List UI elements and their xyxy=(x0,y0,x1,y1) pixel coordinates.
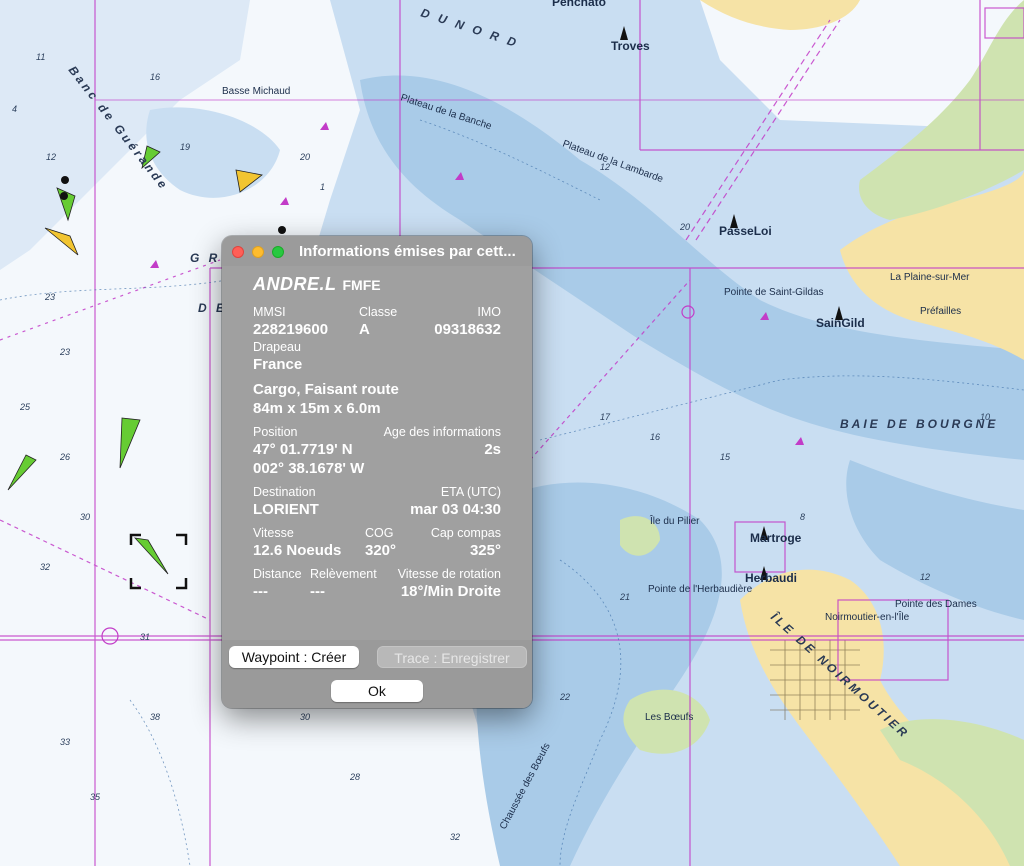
classe-value: A xyxy=(359,321,370,338)
svg-text:20: 20 xyxy=(299,152,310,162)
svg-text:8: 8 xyxy=(800,512,805,522)
label-passeloi: PasseLoi xyxy=(719,224,772,238)
minimize-button[interactable] xyxy=(252,246,264,258)
dimensions: 84m x 15m x 6.0m xyxy=(253,400,381,417)
distance-value: --- xyxy=(253,583,268,600)
svg-text:12: 12 xyxy=(46,152,56,162)
svg-text:31: 31 xyxy=(140,632,150,642)
svg-text:23: 23 xyxy=(44,292,55,302)
label-troves: Troves xyxy=(611,39,650,53)
svg-text:30: 30 xyxy=(300,712,310,722)
svg-text:32: 32 xyxy=(40,562,50,572)
vessel-info-dialog: Informations émises par cett... ANDRE.L F… xyxy=(222,236,532,708)
label-plaine-sur-mer: La Plaine-sur-Mer xyxy=(890,272,970,283)
classe-label: Classe xyxy=(359,305,398,319)
mmsi-value: 228219600 xyxy=(253,321,329,338)
type-status: Cargo, Faisant route xyxy=(253,381,399,398)
svg-text:32: 32 xyxy=(450,832,460,842)
latitude-value: 47° 01.7719' N xyxy=(253,441,353,458)
svg-text:23: 23 xyxy=(59,347,70,357)
svg-text:21: 21 xyxy=(619,592,630,602)
dialog-titlebar[interactable]: Informations émises par cett... xyxy=(222,236,532,266)
position-label: Position xyxy=(253,425,298,439)
label-les-boeufs: Les Bœufs xyxy=(645,712,693,723)
waypoint-create-button[interactable]: Waypoint : Créer xyxy=(229,646,359,668)
svg-text:26: 26 xyxy=(59,452,70,462)
svg-text:28: 28 xyxy=(349,772,360,782)
relevement-label: Relèvement xyxy=(310,567,377,581)
cog-value: 320° xyxy=(365,542,397,559)
mmsi-label: MMSI xyxy=(253,305,286,319)
label-penchato: Penchato xyxy=(552,0,606,9)
svg-text:15: 15 xyxy=(720,452,731,462)
eta-label: ETA (UTC) xyxy=(440,485,501,499)
svg-text:30: 30 xyxy=(80,512,90,522)
label-prefailles: Préfailles xyxy=(920,306,961,317)
vitesse-label: Vitesse xyxy=(253,526,294,540)
svg-text:22: 22 xyxy=(559,692,570,702)
drapeau-label: Drapeau xyxy=(253,340,301,354)
svg-text:19: 19 xyxy=(180,142,190,152)
label-basse-michaud: Basse Michaud xyxy=(222,86,290,97)
age-label: Age des informations xyxy=(383,425,501,439)
svg-text:16: 16 xyxy=(150,72,160,82)
eta-value: mar 03 04:30 xyxy=(410,501,501,518)
cap-value: 325° xyxy=(469,542,501,559)
drapeau-value: France xyxy=(253,356,303,373)
age-value: 2s xyxy=(484,441,501,458)
ship-callsign: FMFE xyxy=(342,277,381,293)
imo-value: 09318632 xyxy=(434,321,501,338)
dialog-button-bar: Waypoint : Créer Trace : Enregistrer Ok xyxy=(222,640,532,708)
svg-text:17: 17 xyxy=(600,412,611,422)
ship-name: ANDRE.L xyxy=(253,274,337,294)
rotation-label: Vitesse de rotation xyxy=(397,567,501,581)
cog-label: COG xyxy=(365,526,394,540)
svg-text:12: 12 xyxy=(920,572,930,582)
label-pointe-gildas: Pointe de Saint-Gildas xyxy=(724,287,824,298)
zoom-button[interactable] xyxy=(272,246,284,258)
svg-text:16: 16 xyxy=(650,432,660,442)
trace-record-button[interactable]: Trace : Enregistrer xyxy=(377,646,527,668)
svg-text:33: 33 xyxy=(60,737,70,747)
close-button[interactable] xyxy=(232,246,244,258)
svg-text:25: 25 xyxy=(19,402,31,412)
longitude-value: 002° 38.1678' W xyxy=(253,460,365,477)
destination-value: LORIENT xyxy=(253,501,319,518)
ok-button[interactable]: Ok xyxy=(331,680,423,702)
svg-text:35: 35 xyxy=(90,792,101,802)
rotation-value: 18°/Min Droite xyxy=(400,583,501,600)
label-baie-bourgneuf: BAIE DE BOURGNE xyxy=(840,417,998,431)
label-saingild: SainGild xyxy=(816,316,865,330)
cap-label: Cap compas xyxy=(430,526,501,540)
svg-text:20: 20 xyxy=(679,222,690,232)
svg-text:11: 11 xyxy=(36,52,45,62)
label-pointe-dames: Pointe des Dames xyxy=(895,599,977,610)
label-gr: G R xyxy=(190,251,220,265)
imo-label: IMO xyxy=(477,305,501,319)
svg-text:1: 1 xyxy=(320,182,325,192)
label-ile-pilier: Île du Pilier xyxy=(649,514,700,527)
destination-label: Destination xyxy=(253,485,316,499)
label-herbaudi: Herbaudi xyxy=(745,571,797,585)
distance-label: Distance xyxy=(253,567,302,581)
svg-text:38: 38 xyxy=(150,712,160,722)
svg-text:4: 4 xyxy=(12,104,17,114)
label-noirmoutier-ville: Noirmoutier-en-l'Île xyxy=(825,610,910,623)
relevement-value: --- xyxy=(310,583,325,600)
dialog-title: Informations émises par cett... xyxy=(299,243,516,260)
label-martroge: Martroge xyxy=(750,531,802,545)
vitesse-value: 12.6 Noeuds xyxy=(253,542,342,559)
label-pointe-herbaudiere: Pointe de l'Herbaudière xyxy=(648,584,753,595)
